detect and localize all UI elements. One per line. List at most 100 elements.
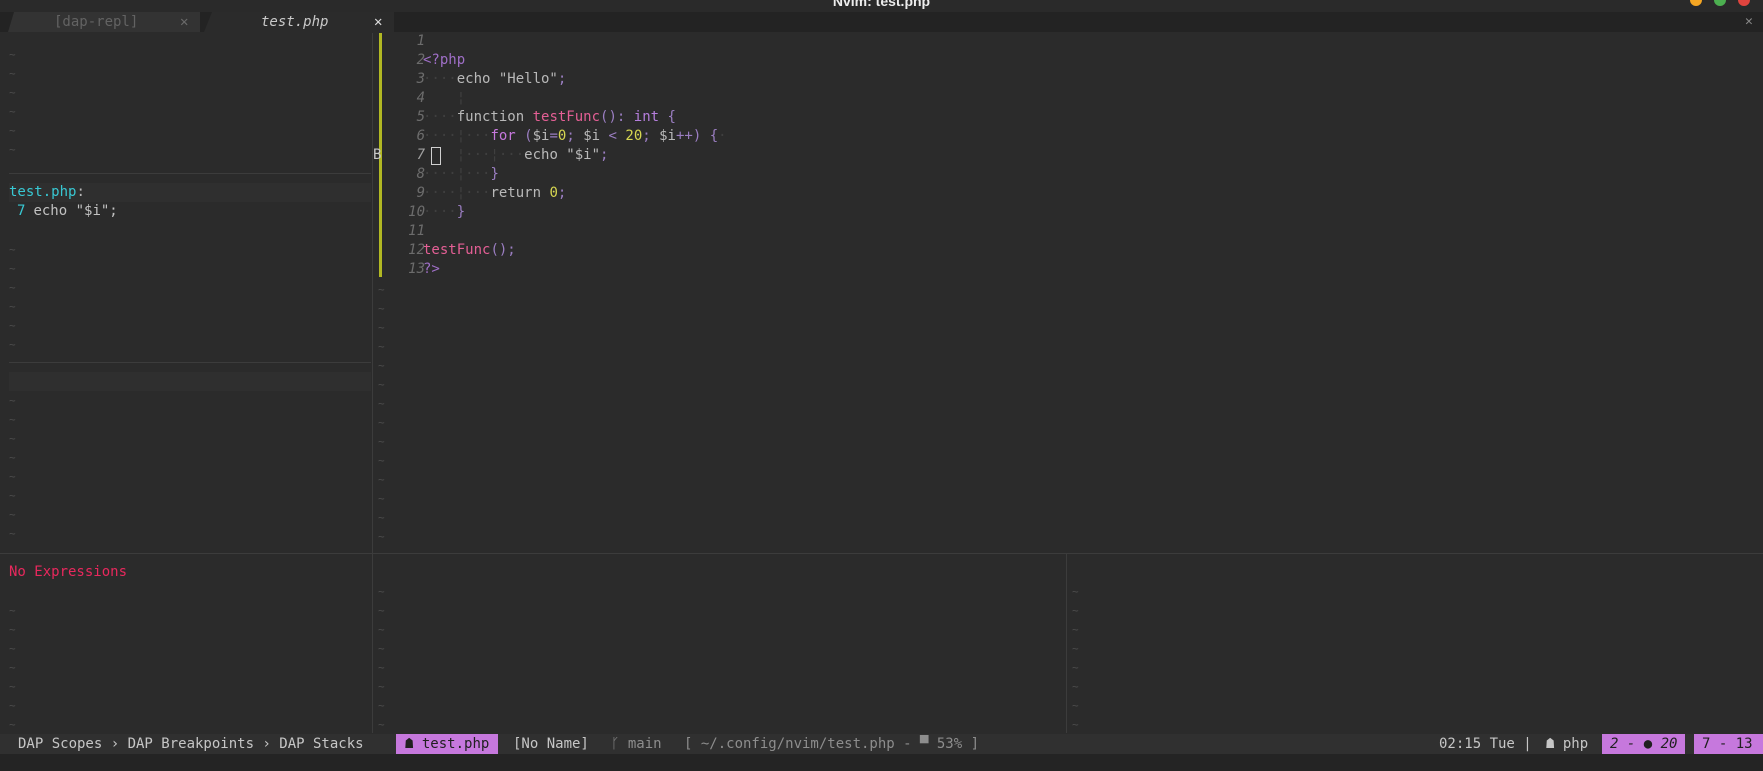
code-line: ····¦···return 0; [423, 185, 567, 201]
empty-line-marker: ~ [9, 48, 16, 61]
statusline-filetype: ☗ php [1546, 734, 1588, 754]
statusline-noname-buffer[interactable]: [No Name] [513, 734, 589, 754]
empty-line-marker: ~ [9, 300, 16, 313]
tabline-close-icon[interactable]: ✕ [1745, 12, 1753, 32]
code-line: ?> [423, 261, 440, 277]
tab-close-icon[interactable]: ✕ [180, 12, 188, 32]
line-number: 6 [416, 128, 425, 144]
line-number: 1 [416, 33, 425, 49]
empty-line-marker: ~ [378, 642, 385, 655]
empty-line-marker: ~ [378, 585, 385, 598]
line-number: 13 [408, 261, 425, 277]
empty-line-marker: ~ [9, 413, 16, 426]
code-line: ····} [423, 204, 466, 220]
line-number: 7 [416, 147, 425, 163]
tab-test-php[interactable]: test.php ✕ [204, 12, 394, 32]
breakpoint-sign[interactable]: B [373, 147, 383, 163]
statusline-file-name: test.php [421, 736, 490, 752]
tab-dap-repl[interactable]: [dap-repl] ✕ [8, 12, 200, 32]
empty-line-marker: ~ [378, 340, 385, 353]
empty-line-marker: ~ [378, 416, 385, 429]
command-line[interactable] [0, 754, 1763, 771]
empty-line-marker: ~ [378, 454, 385, 467]
empty-line-marker: ~ [378, 492, 385, 505]
breakpoint-file-colon: : [76, 184, 85, 200]
editor-pane[interactable]: 1 2 <?php 3 ····echo "Hello"; 4 ¦ 5 ····… [373, 33, 1763, 553]
empty-line-marker: ~ [9, 143, 16, 156]
empty-line-marker: ~ [378, 302, 385, 315]
empty-line-marker: ~ [9, 699, 16, 712]
empty-line-marker: ~ [378, 435, 385, 448]
empty-line-marker: ~ [1072, 680, 1079, 693]
empty-line-marker: ~ [9, 67, 16, 80]
empty-line-marker: ~ [9, 661, 16, 674]
tabline: [dap-repl] ✕ test.php ✕ [0, 12, 1763, 32]
code-line: ····¦···} [423, 166, 499, 182]
git-branch-icon: ᚴ [611, 736, 620, 752]
empty-line-marker: ~ [378, 680, 385, 693]
breakpoint-line-text: echo "$i"; [33, 203, 118, 219]
empty-line-marker: ~ [378, 359, 385, 372]
line-number: 8 [416, 166, 425, 182]
empty-line-marker: ~ [9, 394, 16, 407]
git-branch-name: main [627, 736, 662, 752]
tab-close-icon[interactable]: ✕ [374, 12, 382, 32]
empty-line-marker: ~ [1072, 642, 1079, 655]
empty-line-marker: ~ [1072, 699, 1079, 712]
empty-line-marker: ~ [9, 527, 16, 540]
php-icon: ☗ [1546, 736, 1555, 752]
empty-line-marker: ~ [1072, 718, 1079, 731]
window-titlebar: Nvim: test.php [0, 0, 1763, 12]
empty-line-marker: ~ [9, 489, 16, 502]
dap-scopes-pane[interactable]: ~ ~ ~ ~ ~ ~ [0, 33, 372, 173]
empty-line-marker: ~ [9, 338, 16, 351]
code-line: ¦···¦···echo "$i"; [423, 147, 609, 163]
breakpoint-line-number: 7 [17, 203, 26, 219]
empty-line-marker: ~ [9, 604, 16, 617]
empty-line-marker: ~ [378, 530, 385, 543]
line-number: 12 [408, 242, 425, 258]
winbar-breadcrumb: DAP Scopes › DAP Breakpoints › DAP Stack… [18, 736, 364, 752]
empty-line-marker: ~ [9, 470, 16, 483]
empty-line-marker: ~ [9, 432, 16, 445]
empty-line-marker: ~ [378, 321, 385, 334]
statusline-git-branch: ᚴ main [611, 734, 662, 754]
empty-line-marker: ~ [9, 281, 16, 294]
statusline-clock: 02:15 Tue | [1439, 736, 1532, 752]
line-number: 2 [416, 52, 425, 68]
code-line: ····function testFunc(): int { [423, 109, 676, 125]
breakpoint-file-name: test.php [9, 184, 77, 200]
empty-line-marker: ~ [1072, 623, 1079, 636]
empty-line-marker: ~ [9, 262, 16, 275]
empty-line-marker: ~ [9, 623, 16, 636]
dap-repl-pane[interactable]: ~ ~ ~ ~ ~ ~ ~ ~ [373, 554, 1066, 733]
breakpoint-file-header[interactable]: test.php: [9, 183, 85, 202]
statusline-diagnostics: 2 - ● 20 [1602, 734, 1686, 754]
empty-line-marker: ~ [9, 243, 16, 256]
tab-label: test.php [261, 14, 329, 30]
empty-line-marker: ~ [1072, 604, 1079, 617]
dap-console-pane[interactable]: ~ ~ ~ ~ ~ ~ ~ ~ [1067, 554, 1763, 733]
php-icon: ☗ [405, 736, 414, 752]
empty-line-marker: ~ [378, 473, 385, 486]
empty-line-marker: ~ [378, 661, 385, 674]
dap-stacks-pane[interactable]: ~ ~ ~ ~ ~ ~ ~ ~ [0, 363, 372, 553]
breakpoint-entry[interactable]: 7 echo "$i"; [9, 202, 118, 221]
empty-line-marker: ~ [9, 319, 16, 332]
code-line: <?php [423, 52, 466, 68]
statusline-file: ☗ test.php [396, 734, 499, 754]
empty-line-marker: ~ [378, 511, 385, 524]
filetype-label: php [1562, 736, 1589, 752]
empty-line-marker: ~ [9, 642, 16, 655]
statusline-position: 7 - 13 [1694, 734, 1763, 754]
empty-line-marker: ~ [378, 604, 385, 617]
empty-line-marker: ~ [378, 718, 385, 731]
empty-line-marker: ~ [1072, 661, 1079, 674]
line-number: 5 [416, 109, 425, 125]
empty-line-marker: ~ [1072, 585, 1079, 598]
code-line: ¦ [423, 90, 466, 106]
empty-line-marker: ~ [9, 451, 16, 464]
empty-line-marker: ~ [9, 124, 16, 137]
empty-line-marker: ~ [378, 699, 385, 712]
empty-line-marker: ~ [378, 397, 385, 410]
